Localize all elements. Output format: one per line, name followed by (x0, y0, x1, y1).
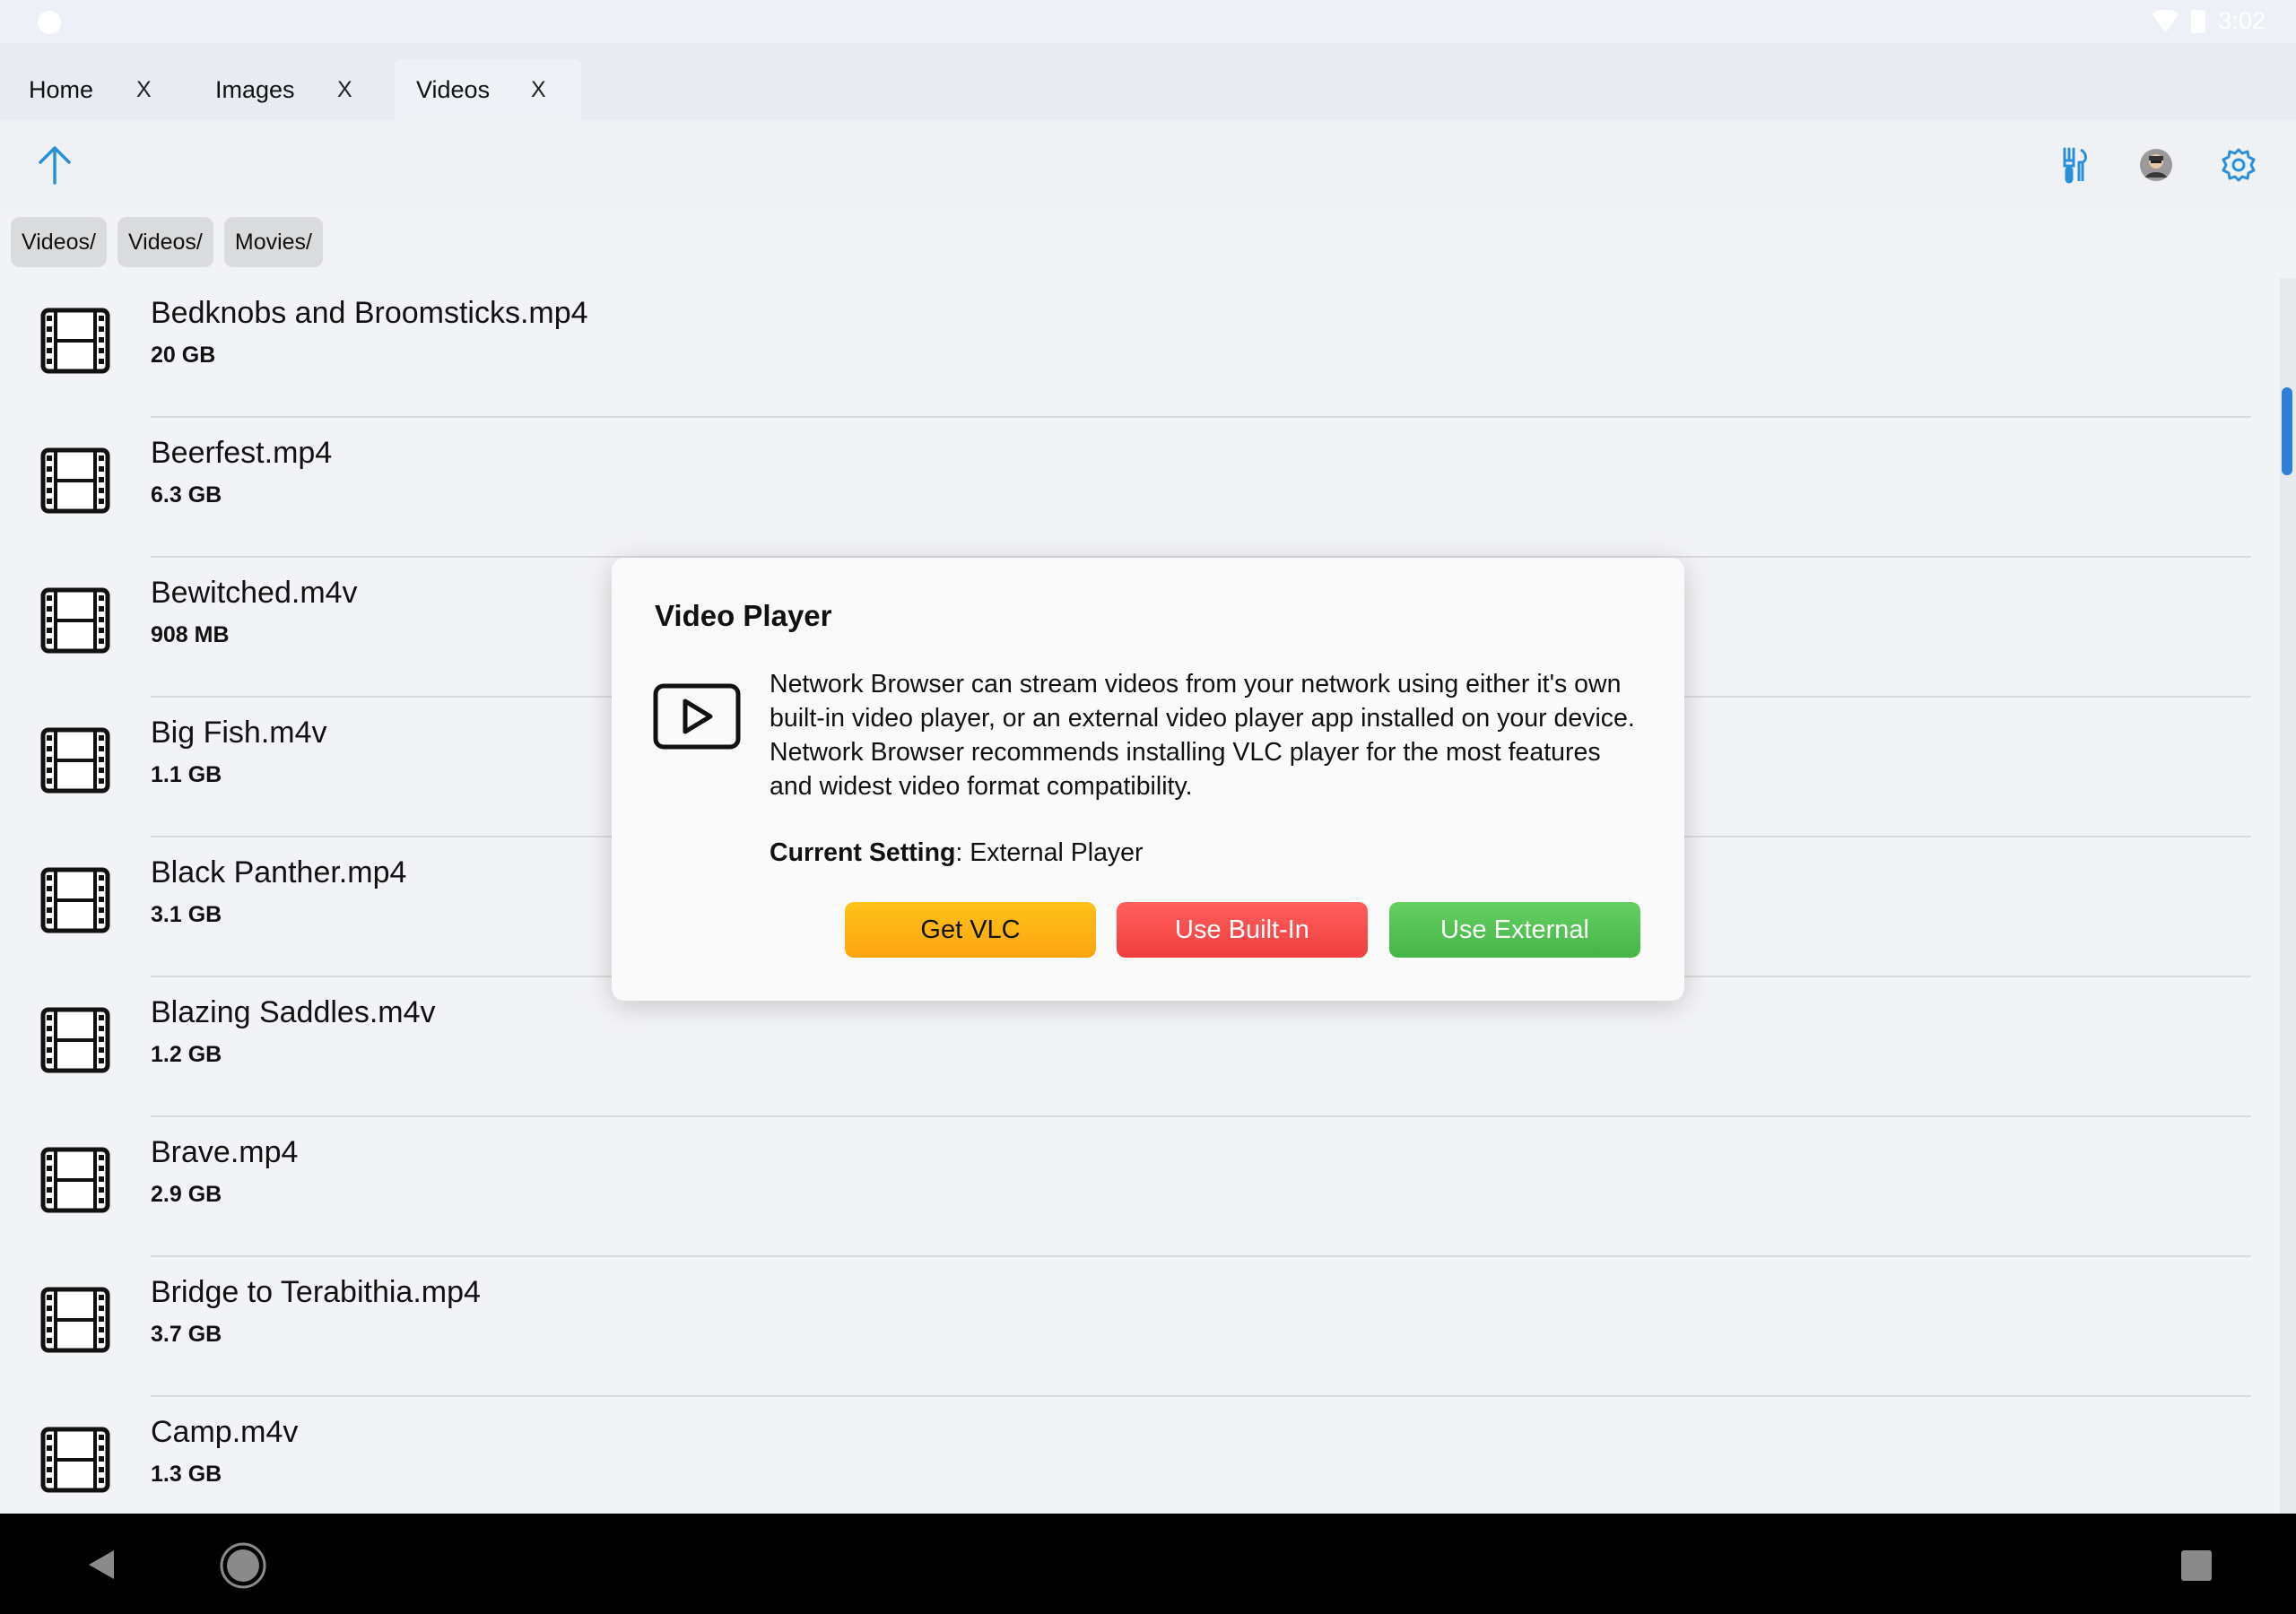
tab-bar: Home X Images X Videos X (0, 43, 2296, 120)
tab-label: Videos (416, 75, 491, 103)
file-name: Bewitched.m4v (151, 576, 358, 610)
breadcrumb-item[interactable]: Videos/ (117, 217, 213, 267)
dialog-title: Video Player (655, 599, 832, 632)
wifi-icon (2152, 9, 2179, 33)
list-item[interactable]: Brave.mp4 2.9 GB (0, 1117, 2251, 1257)
tools-icon[interactable] (2054, 142, 2095, 188)
current-setting-label: Current Setting (770, 838, 956, 867)
tab-label: Home (29, 75, 94, 103)
file-name: Blazing Saddles.m4v (151, 995, 436, 1029)
tab-home[interactable]: Home X (29, 59, 163, 120)
breadcrumb: Videos/ Videos/ Movies/ (11, 217, 324, 267)
film-icon (39, 1284, 111, 1360)
tab-close-button[interactable]: X (531, 77, 546, 103)
current-setting: Current Setting: External Player (770, 838, 1144, 868)
film-icon (39, 725, 111, 801)
get-vlc-button[interactable]: Get VLC (845, 902, 1096, 958)
video-player-dialog: Video Player Network Browser can stream … (612, 558, 1684, 1001)
tab-label: Images (215, 75, 295, 103)
navigation-bar (0, 1514, 2296, 1614)
tab-close-button[interactable]: X (136, 77, 152, 103)
status-indicators: 3:02 (2152, 7, 2266, 35)
file-size: 2.9 GB (151, 1182, 222, 1207)
back-icon[interactable] (79, 1544, 124, 1585)
tab-images[interactable]: Images X (215, 59, 359, 120)
battery-icon (2191, 9, 2206, 33)
file-size: 908 MB (151, 622, 230, 647)
tab-close-button[interactable]: X (337, 77, 352, 103)
film-icon (39, 305, 111, 381)
dialog-message: Network Browser can stream videos from y… (770, 670, 1635, 801)
notification-dot-icon (38, 11, 61, 34)
film-icon (39, 1424, 111, 1500)
tab-videos[interactable]: Videos X (395, 59, 581, 120)
breadcrumb-item[interactable]: Movies/ (223, 217, 324, 267)
use-builtin-button[interactable]: Use Built-In (1117, 902, 1368, 958)
film-icon (39, 1144, 111, 1220)
file-name: Brave.mp4 (151, 1135, 299, 1169)
list-item[interactable]: Beerfest.mp4 6.3 GB (0, 418, 2251, 558)
film-icon (39, 864, 111, 941)
current-setting-value: : External Player (955, 838, 1144, 867)
file-name: Bedknobs and Broomsticks.mp4 (151, 296, 588, 330)
list-item[interactable]: Bridge to Terabithia.mp4 3.7 GB (0, 1257, 2251, 1397)
scrollbar-thumb[interactable] (2282, 387, 2292, 475)
file-name: Black Panther.mp4 (151, 855, 407, 889)
file-size: 1.1 GB (151, 762, 222, 787)
recents-icon[interactable] (2176, 1546, 2217, 1585)
status-time: 3:02 (2218, 7, 2266, 34)
toolbar (0, 120, 2296, 210)
file-size: 1.2 GB (151, 1042, 222, 1067)
film-icon (39, 585, 111, 661)
file-size: 1.3 GB (151, 1462, 222, 1487)
film-icon (39, 445, 111, 521)
file-size: 3.7 GB (151, 1322, 222, 1347)
list-item[interactable]: Bedknobs and Broomsticks.mp4 20 GB (0, 278, 2251, 418)
file-size: 6.3 GB (151, 482, 222, 508)
arrow-up-icon[interactable] (32, 142, 77, 188)
file-name: Beerfest.mp4 (151, 436, 333, 470)
list-item[interactable]: Camp.m4v 1.3 GB (0, 1397, 2251, 1514)
play-icon (653, 683, 741, 754)
gear-icon[interactable] (2217, 143, 2260, 187)
home-icon[interactable] (217, 1540, 269, 1591)
file-name: Camp.m4v (151, 1415, 299, 1449)
film-icon (39, 1004, 111, 1080)
use-external-button[interactable]: Use External (1389, 902, 1640, 958)
file-name: Big Fish.m4v (151, 716, 327, 750)
avatar-icon[interactable] (2135, 143, 2178, 187)
file-name: Bridge to Terabithia.mp4 (151, 1275, 481, 1309)
file-size: 3.1 GB (151, 902, 222, 927)
file-size: 20 GB (151, 343, 216, 368)
breadcrumb-item[interactable]: Videos/ (11, 217, 107, 267)
status-bar: 3:02 (0, 0, 2296, 43)
